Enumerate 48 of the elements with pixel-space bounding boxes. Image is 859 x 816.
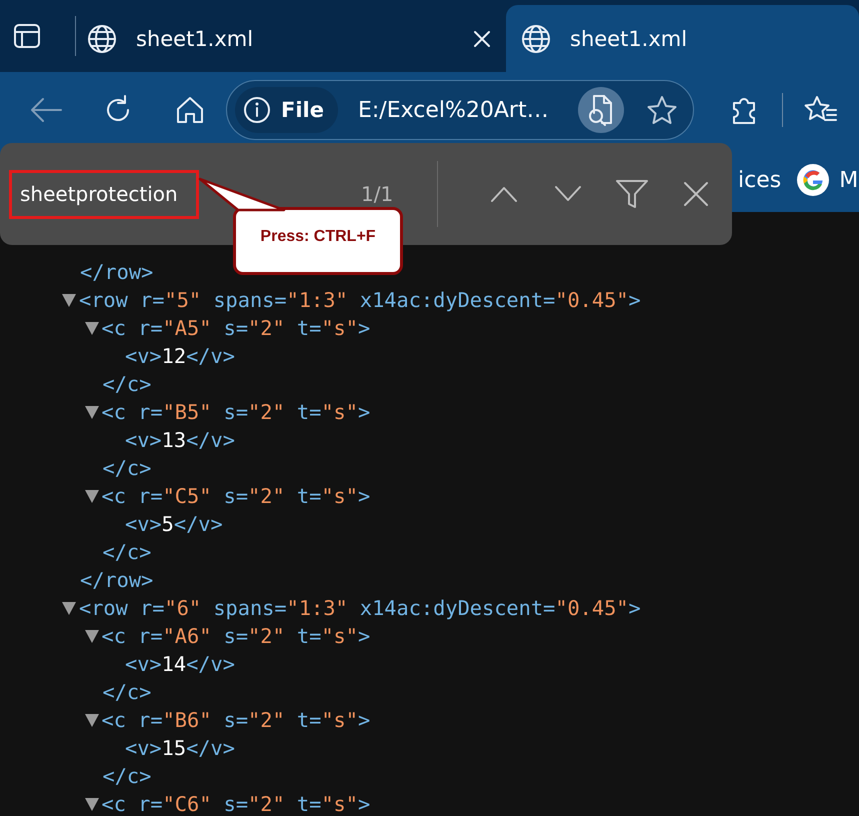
code-line: </c> xyxy=(102,372,152,396)
code-line: <row r="5" spans="1:3" x14ac:dyDescent="0.45"> xyxy=(79,288,641,312)
match-count: 1/1 xyxy=(361,182,394,206)
code-line: <c r="A6" s="2" t="s"> xyxy=(102,624,370,648)
expand-triangle-icon[interactable] xyxy=(84,406,98,418)
code-line: <v>14</v> xyxy=(125,652,235,676)
code-line: <v>5</v> xyxy=(125,512,223,536)
code-line: <v>13</v> xyxy=(125,428,235,452)
info-icon xyxy=(243,96,271,124)
code-line: <v>12</v> xyxy=(125,344,235,368)
expand-triangle-icon[interactable] xyxy=(62,602,76,614)
site-info-chip[interactable]: File xyxy=(235,87,338,133)
close-icon[interactable] xyxy=(472,28,492,48)
code-line: <v>15</v> xyxy=(125,736,235,760)
code-line: <c r="C6" s="2" t="s"> xyxy=(102,792,370,816)
find-field[interactable]: sheetprotection xyxy=(9,170,199,218)
code-line: <c r="C5" s="2" t="s"> xyxy=(102,484,370,508)
code-line: </row> xyxy=(80,260,154,284)
bookmark-item[interactable]: ices xyxy=(738,168,782,192)
expand-triangle-icon[interactable] xyxy=(84,490,98,502)
previous-match-icon[interactable] xyxy=(490,185,518,203)
browser-tab[interactable]: sheet1.xml xyxy=(86,5,506,72)
filter-icon[interactable] xyxy=(615,178,649,210)
code-line: </c> xyxy=(102,540,152,564)
globe-icon xyxy=(520,22,552,54)
expand-triangle-icon[interactable] xyxy=(62,294,76,306)
google-icon xyxy=(797,164,830,196)
code-line: </row> xyxy=(80,568,154,592)
home-icon[interactable] xyxy=(174,94,206,126)
code-line: <c r="B6" s="2" t="s"> xyxy=(102,708,370,732)
code-line: </c> xyxy=(102,764,152,788)
code-line: <c r="A5" s="2" t="s"> xyxy=(102,316,370,340)
browser-tab[interactable]: sheet1.xml xyxy=(506,5,859,72)
code-line: <row r="6" spans="1:3" x14ac:dyDescent="0.45"> xyxy=(79,596,641,620)
expand-triangle-icon[interactable] xyxy=(84,630,98,642)
next-match-icon[interactable] xyxy=(554,185,582,203)
globe-icon xyxy=(86,22,118,54)
expand-triangle-icon[interactable] xyxy=(84,322,98,334)
bookmark-item[interactable]: M xyxy=(797,164,858,196)
star-icon[interactable] xyxy=(646,94,678,126)
expand-triangle-icon[interactable] xyxy=(84,714,98,726)
code-line: </c> xyxy=(102,680,152,704)
address-bar[interactable]: File E:/Excel%20Art… xyxy=(226,80,694,140)
sidebar-toggle-icon[interactable] xyxy=(12,21,42,51)
code-line: <c r="B5" s="2" t="s"> xyxy=(102,400,370,424)
page-search-button[interactable] xyxy=(578,87,624,133)
expand-triangle-icon[interactable] xyxy=(84,798,98,810)
code-line: </c> xyxy=(102,456,152,480)
